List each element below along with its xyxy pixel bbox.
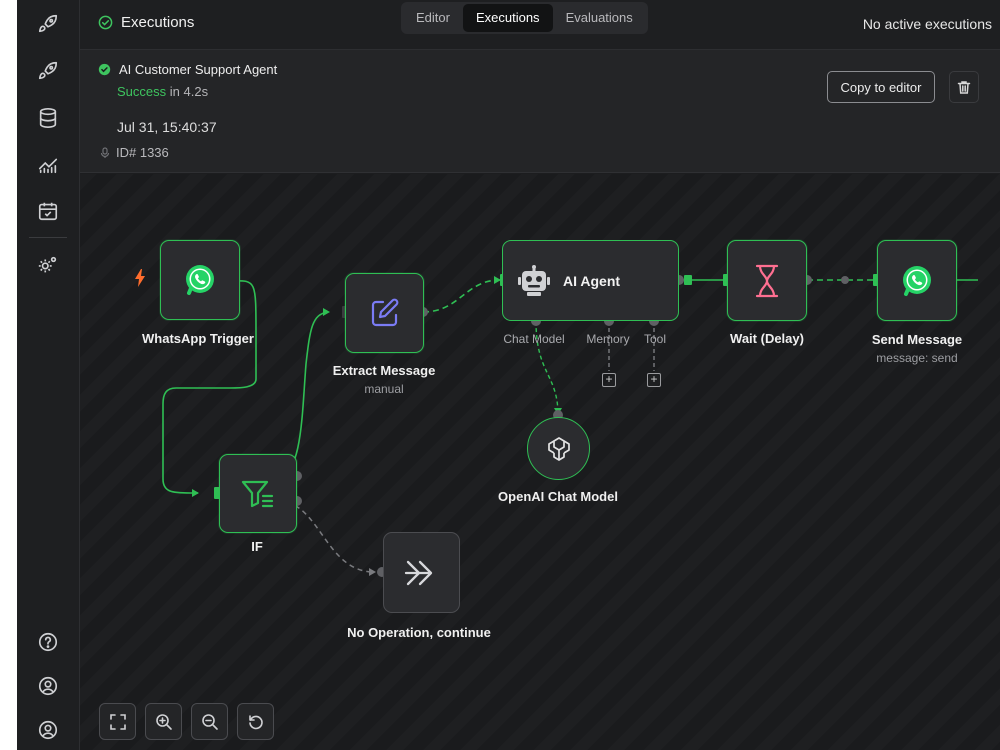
arrow-into-ai: [494, 276, 501, 284]
wait-label: Wait (Delay): [730, 331, 804, 346]
execution-duration: in 4.2s: [169, 84, 209, 99]
openai-chat-model-node[interactable]: [527, 417, 590, 480]
ai-agent-node[interactable]: AI Agent: [502, 240, 679, 321]
whatsapp-icon: [186, 265, 214, 295]
if-label: IF: [251, 539, 263, 554]
fullscreen-icon: [109, 713, 126, 730]
arrow-into-noop: [369, 568, 376, 576]
zoom-out-button[interactable]: [191, 703, 228, 740]
rocket-icon: [38, 61, 58, 80]
success-icon: [98, 63, 111, 76]
extract-message-mode: manual: [364, 382, 404, 396]
delete-execution-button[interactable]: [949, 71, 979, 103]
sidebar-item-insights[interactable]: [33, 149, 63, 179]
send-message-node[interactable]: [877, 240, 957, 321]
status-badge: Success: [117, 84, 167, 99]
sidebar-item-templates[interactable]: [33, 56, 63, 86]
rocket-icon: [38, 14, 58, 33]
wait-node[interactable]: [727, 240, 807, 321]
send-message-operation: message: send: [876, 351, 958, 365]
ai-slot-chat-model: Chat Model: [503, 332, 565, 346]
app-window: Executions Editor Executions Evaluations…: [17, 0, 1000, 750]
view-tabs: Editor Executions Evaluations: [401, 2, 648, 34]
connection-extract-to-ai: [422, 279, 501, 313]
openai-chat-model-label: OpenAI Chat Model: [498, 489, 618, 504]
hourglass-icon: [755, 264, 779, 297]
canvas-controls: [99, 703, 274, 740]
sidebar-item-data[interactable]: [33, 103, 63, 133]
page-title: Executions: [121, 14, 195, 31]
zoom-in-button[interactable]: [145, 703, 182, 740]
tab-executions[interactable]: Executions: [462, 4, 553, 32]
no-op-node[interactable]: [383, 532, 460, 613]
execution-id-row: ID# 1336: [100, 145, 169, 160]
filter-icon: [241, 480, 274, 507]
no-op-label: No Operation, continue: [347, 625, 491, 640]
workflow-name: AI Customer Support Agent: [119, 62, 278, 77]
tab-editor[interactable]: Editor: [403, 4, 463, 32]
user-icon: [38, 676, 58, 696]
arrow-into-if: [192, 489, 199, 497]
zoom-out-icon: [201, 713, 218, 730]
workflow-canvas[interactable]: WhatsApp Trigger Extract Message manual …: [80, 174, 1000, 750]
connection-midpoint: [841, 276, 849, 284]
connection-if-to-extract: [277, 311, 329, 477]
arrow-into-extract: [323, 308, 330, 316]
whatsapp-trigger-node[interactable]: [160, 240, 240, 320]
tab-evaluations[interactable]: Evaluations: [553, 4, 646, 32]
chart-icon: [38, 158, 58, 174]
settings-icon: [38, 256, 57, 273]
undo-icon: [248, 714, 263, 729]
workflow-name-row: AI Customer Support Agent: [98, 62, 277, 77]
zoom-in-icon: [155, 713, 172, 730]
sidebar-divider: [29, 237, 67, 238]
sidebar: [17, 0, 80, 750]
add-memory-button[interactable]: +: [602, 373, 616, 387]
active-executions-status: No active executions: [862, 16, 992, 32]
whatsapp-trigger-label: WhatsApp Trigger: [142, 331, 254, 346]
whatsapp-icon: [903, 265, 931, 296]
sidebar-item-help[interactable]: [33, 627, 63, 657]
add-tool-button[interactable]: +: [647, 373, 661, 387]
edit-icon: [371, 298, 398, 327]
execution-details: AI Customer Support Agent Success in 4.2…: [80, 50, 1000, 173]
robot-icon: [518, 264, 550, 296]
execution-id: ID# 1336: [116, 145, 169, 160]
ai-agent-label: AI Agent: [563, 272, 621, 289]
copy-to-editor-button[interactable]: Copy to editor: [827, 71, 935, 103]
fit-view-button[interactable]: [99, 703, 136, 740]
calendar-icon: [38, 202, 58, 221]
send-message-label: Send Message: [871, 332, 963, 347]
avatar-icon: [38, 720, 58, 740]
sidebar-item-profile[interactable]: [33, 715, 63, 745]
database-icon: [39, 108, 57, 128]
executions-heading: Executions: [98, 14, 194, 31]
ai-slot-memory: Memory: [586, 332, 630, 346]
top-header: Executions Editor Executions Evaluations…: [80, 0, 1000, 50]
sidebar-item-calendar[interactable]: [33, 196, 63, 226]
reset-zoom-button[interactable]: [237, 703, 274, 740]
check-circle-icon: [98, 15, 113, 30]
sidebar-item-settings[interactable]: [33, 250, 63, 280]
sidebar-item-overview[interactable]: [33, 9, 63, 39]
trigger-bolt-icon: [135, 269, 145, 287]
execution-status: Success in 4.2s: [117, 84, 208, 99]
execution-date: Jul 31, 15:40:37: [117, 119, 217, 135]
ai-slot-tool: Tool: [643, 332, 667, 346]
if-node[interactable]: [219, 454, 297, 533]
help-icon: [38, 632, 58, 652]
port-ai-out: [684, 275, 692, 285]
mic-icon: [100, 146, 110, 158]
extract-message-node[interactable]: [345, 273, 424, 353]
extract-message-label: Extract Message: [332, 363, 436, 378]
sidebar-item-account[interactable]: [33, 671, 63, 701]
openai-icon: [547, 436, 570, 461]
double-arrow-right-icon: [404, 560, 432, 585]
trash-icon: [957, 80, 971, 94]
